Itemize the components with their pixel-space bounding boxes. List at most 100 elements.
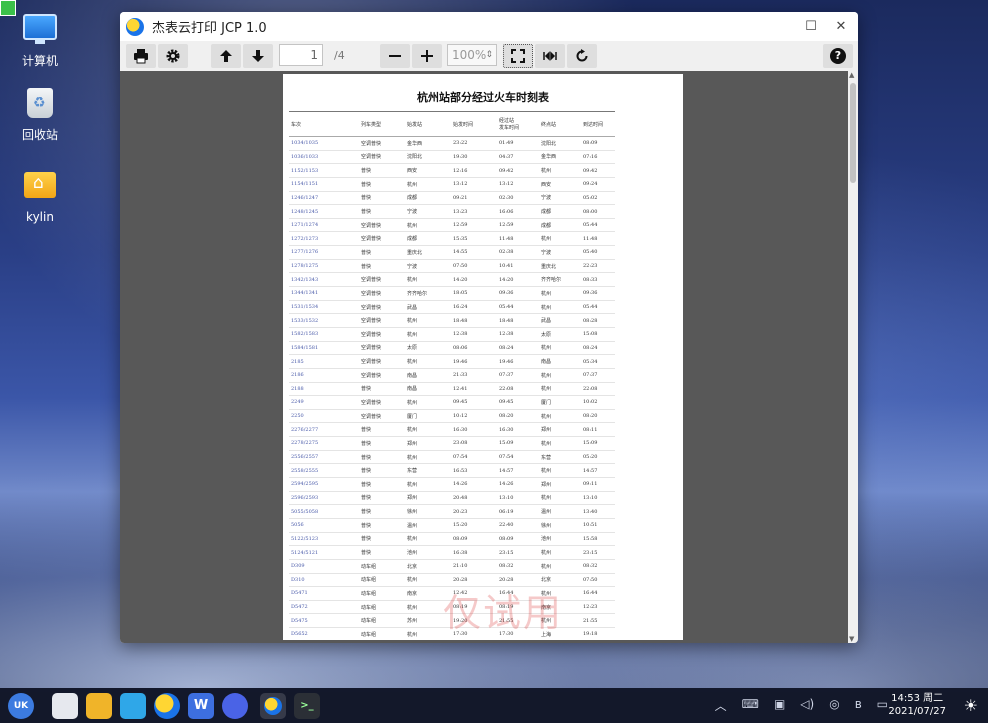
- zoom-out-button[interactable]: [380, 44, 410, 68]
- table-cell: 池州: [539, 532, 581, 547]
- keyboard-icon[interactable]: ⌨: [742, 697, 759, 714]
- table-cell: 20:48: [451, 491, 497, 506]
- terminal-icon[interactable]: >_: [294, 692, 320, 719]
- table-cell: 07:54: [497, 450, 539, 465]
- table-cell: 2249: [289, 395, 359, 410]
- desktop-icon-computer[interactable]: 计算机: [10, 10, 70, 69]
- scrollbar-thumb[interactable]: [850, 83, 856, 183]
- table-cell: 16:38: [451, 545, 497, 560]
- table-cell: 2558/2555: [289, 463, 359, 479]
- table-cell: 1246/1247: [289, 191, 359, 206]
- window-title: 杰表云打印 JCP 1.0: [152, 21, 267, 36]
- table-cell: D5472: [289, 600, 359, 615]
- table-cell: 13:12: [497, 177, 539, 192]
- jcp-print-app-icon[interactable]: [260, 692, 286, 719]
- plus-icon: [421, 50, 433, 62]
- table-cell: 12:16: [451, 163, 497, 178]
- start-menu-button[interactable]: UK: [8, 692, 34, 719]
- document-viewer[interactable]: 杭州站部分经过火车时刻表 车次 列车类型 始发站 始发时间 经过站 发车时间 终…: [120, 71, 858, 643]
- table-cell: 16:44: [581, 586, 615, 601]
- system-tray: ︿ ⌨ ▣ ◁) ◎ ʙ ▭: [700, 697, 888, 714]
- table-row: 2185 空调普快 杭州 19:46 19:46 南昌 05:34: [289, 354, 615, 369]
- table-cell: 02:30: [497, 191, 539, 206]
- vertical-scrollbar[interactable]: ▲ ▼: [848, 71, 858, 643]
- table-cell: 南昌: [405, 382, 451, 397]
- table-cell: 杭州: [539, 163, 581, 178]
- page-number-input[interactable]: 1: [279, 44, 323, 66]
- table-cell: 温州: [405, 518, 451, 533]
- maximize-button[interactable]: ☐: [798, 14, 824, 40]
- computer-icon: [23, 14, 57, 48]
- table-row: 2249 空调普快 杭州 09:45 09:45 厦门 10:02: [289, 395, 615, 410]
- table-cell: 武昌: [539, 313, 581, 328]
- scroll-down-icon[interactable]: ▼: [849, 635, 854, 643]
- search-app-icon[interactable]: [222, 692, 248, 719]
- table-cell: 西安: [405, 163, 451, 178]
- bluetooth-icon[interactable]: ʙ: [855, 697, 862, 714]
- table-cell: 1034/1035: [289, 136, 359, 151]
- table-cell: 08:11: [581, 422, 615, 438]
- table-cell: 普快: [359, 163, 405, 178]
- taskbar-clock[interactable]: 14:53 周二 2021/07/27: [888, 692, 946, 718]
- close-button[interactable]: ✕: [828, 14, 854, 40]
- table-cell: 22:23: [581, 259, 615, 274]
- table-cell: 15:20: [451, 518, 497, 533]
- column-header: 列车类型: [359, 111, 405, 137]
- table-cell: 太原: [539, 327, 581, 342]
- desktop-icon-trash[interactable]: 回收站: [10, 88, 70, 143]
- table-cell: 09:11: [581, 477, 615, 492]
- clipboard-icon[interactable]: ▣: [774, 697, 785, 714]
- column-header: 到达时间: [581, 111, 615, 137]
- previous-page-button[interactable]: [211, 44, 241, 68]
- table-cell: 16:24: [451, 300, 497, 315]
- brightness-icon[interactable]: ☀: [964, 696, 978, 715]
- help-button[interactable]: ?: [823, 44, 853, 68]
- fit-width-button[interactable]: [535, 44, 565, 68]
- table-cell: 23:15: [581, 545, 615, 560]
- table-cell: 东营: [405, 463, 451, 479]
- table-cell: 05:44: [497, 300, 539, 315]
- settings-button[interactable]: [158, 44, 188, 68]
- volume-icon[interactable]: ◁): [800, 697, 814, 714]
- title-bar[interactable]: 杰表云打印 JCP 1.0 ☐ ✕: [120, 12, 858, 41]
- table-cell: 杭州: [405, 327, 451, 342]
- desktop-icon-home[interactable]: kylin: [10, 168, 70, 224]
- browser-icon[interactable]: [154, 692, 180, 719]
- software-store-icon[interactable]: [120, 692, 146, 719]
- print-button[interactable]: [126, 44, 156, 68]
- table-cell: 1582/1583: [289, 327, 359, 342]
- zoom-select[interactable]: 100% ⇕: [447, 44, 497, 66]
- table-cell: 东营: [539, 450, 581, 465]
- table-cell: 2276/2277: [289, 422, 359, 438]
- table-cell: 12:38: [497, 327, 539, 342]
- chevron-up-icon[interactable]: ︿: [715, 697, 727, 714]
- table-cell: 08:09: [451, 532, 497, 547]
- multitask-view-icon[interactable]: [52, 692, 78, 719]
- table-cell: 07:37: [497, 368, 539, 383]
- table-row: 2250 空调普快 厦门 10:12 08:20 杭州 08:20: [289, 409, 615, 424]
- wps-writer-icon[interactable]: W: [188, 692, 214, 719]
- scroll-up-icon[interactable]: ▲: [849, 71, 854, 79]
- table-cell: 郑州: [539, 422, 581, 438]
- table-cell: 11:48: [497, 231, 539, 247]
- table-cell: 动车组: [359, 586, 405, 601]
- table-cell: 动车组: [359, 627, 405, 640]
- next-page-button[interactable]: [243, 44, 273, 68]
- table-cell: 西安: [539, 177, 581, 192]
- table-cell: 杭州: [405, 422, 451, 438]
- file-manager-icon[interactable]: [86, 692, 112, 719]
- table-cell: 杭州: [405, 272, 451, 288]
- notification-icon[interactable]: ▭: [877, 697, 888, 714]
- table-cell: 空调普快: [359, 368, 405, 383]
- table-cell: 杭州: [539, 409, 581, 424]
- table-cell: 13:12: [451, 177, 497, 192]
- table-cell: 05:20: [581, 450, 615, 465]
- table-cell: 22:08: [497, 382, 539, 397]
- table-cell: 12:23: [581, 600, 615, 615]
- zoom-in-button[interactable]: [412, 44, 442, 68]
- fit-page-button[interactable]: [503, 44, 533, 68]
- table-cell: 5055/5058: [289, 504, 359, 519]
- rotate-button[interactable]: [567, 44, 597, 68]
- table-cell: D309: [289, 559, 359, 574]
- network-icon[interactable]: ◎: [829, 697, 839, 714]
